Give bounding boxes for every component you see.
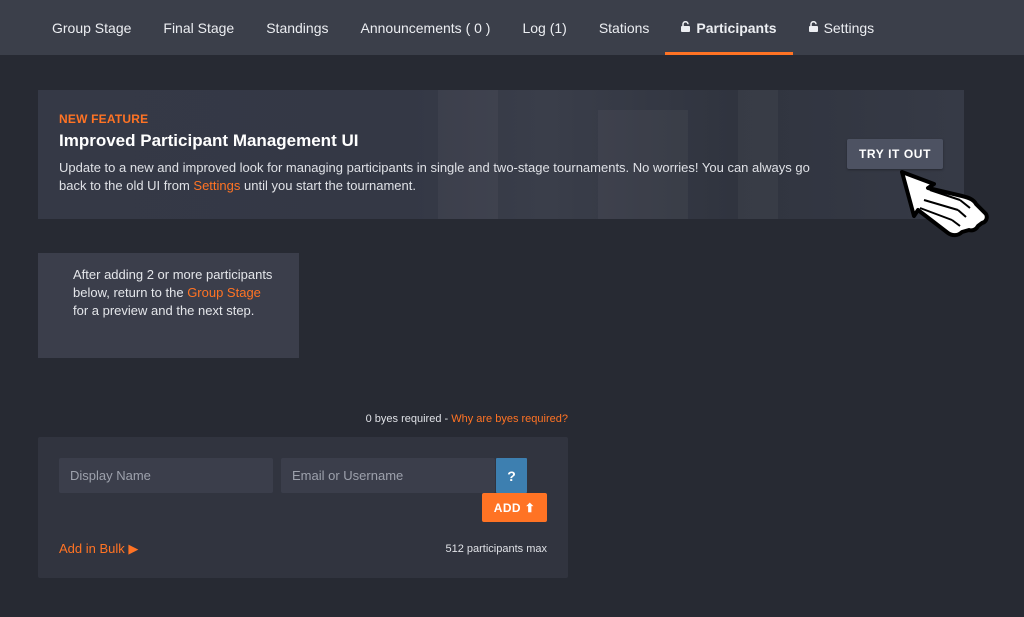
tab-log[interactable]: Log (1) (506, 0, 582, 55)
add-participant-button[interactable]: ADD ⬆ (482, 493, 547, 522)
unlock-icon (808, 21, 818, 32)
tab-group-stage[interactable]: Group Stage (36, 0, 147, 55)
byes-required-text: 0 byes required - (365, 413, 452, 425)
tab-standings-label: Standings (266, 19, 329, 36)
tab-announcements[interactable]: Announcements ( 0 ) (345, 0, 507, 55)
banner-title: Improved Participant Management UI (59, 131, 359, 150)
tab-group-stage-label: Group Stage (52, 19, 132, 36)
byes-required-line: 0 byes required - Why are byes required? (38, 413, 568, 425)
tab-stations-label: Stations (598, 19, 650, 36)
new-feature-banner: NEW FEATURE Improved Participant Managem… (38, 90, 964, 219)
try-it-out-button[interactable]: TRY IT OUT (847, 139, 943, 169)
group-stage-link[interactable]: Group Stage (187, 285, 261, 300)
why-byes-link[interactable]: Why are byes required? (451, 413, 568, 425)
add-participant-form: ? ADD ⬆ Add in Bulk ▶ 512 participants m… (38, 437, 568, 578)
tab-stations[interactable]: Stations (583, 0, 666, 55)
info-text-end: for a preview and the next step. (73, 303, 255, 318)
display-name-input[interactable] (59, 458, 273, 493)
tab-log-label: Log (1) (522, 19, 567, 36)
tab-participants[interactable]: Participants (665, 0, 793, 55)
tab-final-stage[interactable]: Final Stage (147, 0, 250, 55)
tab-settings-label: Settings (823, 19, 875, 36)
add-in-bulk-link[interactable]: Add in Bulk ▶ (59, 541, 138, 557)
settings-link[interactable]: Settings (193, 178, 240, 193)
tab-settings[interactable]: Settings (793, 0, 891, 55)
banner-description-text-end: until you start the tournament. (240, 178, 416, 193)
banner-background-shape (738, 90, 778, 219)
banner-description-text: Update to a new and improved look for ma… (59, 160, 810, 193)
tab-participants-label: Participants (696, 19, 777, 36)
banner-description: Update to a new and improved look for ma… (59, 159, 829, 195)
help-button[interactable]: ? (496, 458, 527, 493)
tab-standings[interactable]: Standings (250, 0, 344, 55)
email-username-input[interactable] (281, 458, 495, 493)
participants-max-text: 512 participants max (445, 543, 548, 555)
participants-info-box: After adding 2 or more participants belo… (38, 253, 299, 358)
unlock-icon (681, 21, 691, 32)
tab-final-stage-label: Final Stage (163, 19, 235, 36)
tab-announcements-label: Announcements ( 0 ) (360, 19, 491, 36)
banner-background-shape (438, 90, 498, 219)
banner-kicker: NEW FEATURE (59, 112, 149, 126)
pointing-hand-icon (900, 170, 989, 238)
tournament-nav: Group Stage Final Stage Standings Announ… (0, 0, 1024, 55)
